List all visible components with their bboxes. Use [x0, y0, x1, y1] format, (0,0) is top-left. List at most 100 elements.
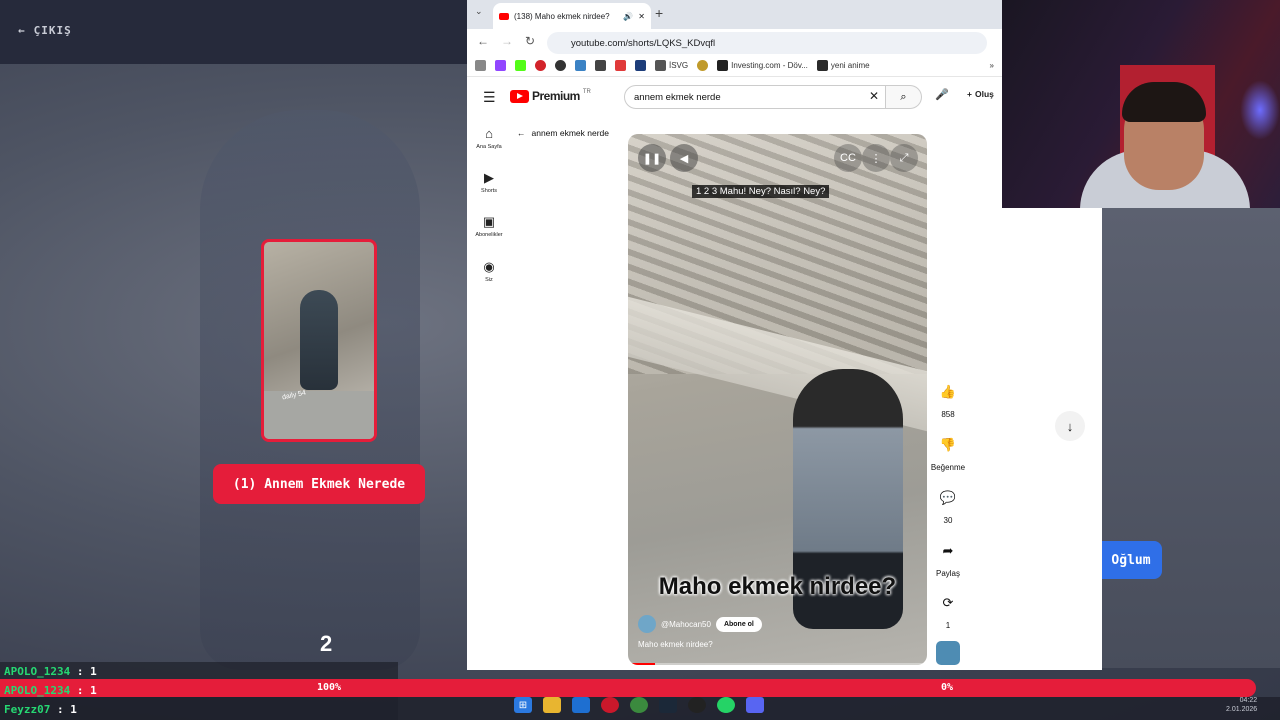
round-number: 2: [320, 631, 333, 656]
answer-button[interactable]: (1) Annem Ekmek Nerede: [213, 464, 425, 504]
more-options-icon[interactable]: ⋮: [862, 144, 890, 172]
bookmark-item[interactable]: yeni anime: [816, 60, 870, 71]
microphone-icon[interactable]: 🎤: [935, 88, 949, 101]
map-pin-icon[interactable]: [535, 60, 546, 71]
bookmark-site-icon[interactable]: [575, 60, 586, 71]
nav-subscriptions[interactable]: ▣ Abonelikler: [471, 214, 507, 238]
youtube-favicon-icon: [499, 12, 509, 20]
close-tab-icon[interactable]: ✕: [638, 12, 645, 21]
background-panel: [1100, 208, 1280, 668]
system-clock[interactable]: 04:22 2.01.2026: [1226, 696, 1257, 714]
search-input[interactable]: annem ekmek nerde: [624, 85, 886, 109]
tab-strip: ⌄ (138) Maho ekmek nirdee? 🔊 ✕ +: [467, 0, 1002, 29]
bookmark-item[interactable]: Investing.com - Döv...: [717, 60, 808, 71]
file-explorer-icon[interactable]: [543, 697, 561, 713]
remix-count: 1: [945, 621, 951, 630]
reload-icon[interactable]: ↻: [525, 34, 535, 48]
bookmarks-bar: İSVG Investing.com - Döv... yeni anime »: [467, 55, 1002, 77]
bookmark-site-icon[interactable]: [555, 60, 566, 71]
search-value: annem ekmek nerde: [634, 91, 721, 103]
bookmark-item[interactable]: İSVG: [655, 60, 688, 71]
back-to-search[interactable]: ← annem ekmek nerde: [517, 128, 609, 138]
create-button[interactable]: + Oluş: [967, 89, 994, 99]
apps-icon[interactable]: [475, 60, 486, 71]
channel-avatar[interactable]: [638, 615, 656, 633]
twitch-icon[interactable]: [495, 60, 506, 71]
opera-icon[interactable]: [601, 697, 619, 713]
thumbs-up-icon: 👍: [939, 384, 957, 399]
share-button[interactable]: ➦ Paylaş: [925, 537, 971, 578]
bookmark-label: İSVG: [669, 61, 689, 70]
bookmark-site-icon[interactable]: [635, 60, 646, 71]
next-video-button[interactable]: ↓: [1055, 411, 1085, 441]
volume-icon[interactable]: ◀: [670, 144, 698, 172]
whatsapp-icon[interactable]: [717, 697, 735, 713]
shorts-icon: ▶: [484, 170, 494, 185]
discord-icon[interactable]: [746, 697, 764, 713]
comments-button[interactable]: 💬 30: [925, 484, 971, 525]
like-button[interactable]: 👍 858: [925, 378, 971, 419]
progress-right-label: 0%: [941, 682, 954, 693]
outlook-icon[interactable]: [572, 697, 590, 713]
clear-search-icon[interactable]: ✕: [869, 89, 879, 103]
bookmark-label: Investing.com - Döv...: [731, 61, 808, 70]
remix-icon: ⟳: [942, 595, 954, 610]
menu-icon[interactable]: ☰: [483, 89, 496, 106]
address-bar[interactable]: youtube.com/shorts/LQKS_KDvqfl: [547, 32, 987, 54]
nav-shorts[interactable]: ▶ Shorts: [471, 170, 507, 194]
nav-you[interactable]: ◉ Siz: [471, 259, 507, 283]
obs-icon[interactable]: [688, 697, 706, 713]
player-score: : 1: [76, 665, 97, 678]
bookmark-site-icon[interactable]: [615, 60, 626, 71]
kick-icon[interactable]: [515, 60, 526, 71]
channel-name[interactable]: @Mahocan50: [661, 620, 711, 629]
like-count: 858: [941, 410, 955, 419]
thumbs-down-icon: 👎: [939, 437, 957, 452]
bookmark-site-icon[interactable]: [697, 60, 709, 71]
windows-start-icon[interactable]: ⊞: [514, 697, 532, 713]
youtube-header: ☰ Premium TR annem ekmek nerde ✕ ⌕ 🎤 + O…: [467, 78, 1002, 116]
youtube-logo[interactable]: Premium TR: [510, 89, 591, 103]
player-score: : 1: [76, 684, 97, 697]
remix-button[interactable]: ⟳ 1: [925, 589, 971, 630]
logo-region: TR: [582, 89, 591, 95]
dislike-button[interactable]: 👎 Beğenme: [925, 431, 971, 472]
thumbnail-ground: [264, 391, 374, 439]
sound-avatar[interactable]: [936, 641, 960, 665]
home-icon: ⌂: [485, 126, 493, 141]
webcam-light: [1240, 80, 1280, 140]
bookmark-site-icon[interactable]: [595, 60, 606, 71]
video-caption: 1 2 3 Mahu! Ney? Nasıl? Ney?: [692, 185, 830, 198]
nav-label: Shorts: [481, 188, 497, 194]
nav-home[interactable]: ⌂ Ana Sayfa: [471, 126, 507, 150]
video-title-overlay: Maho ekmek nirdee?: [658, 573, 897, 600]
anime-favicon-icon: [816, 60, 828, 71]
search-button[interactable]: ⌕: [886, 85, 922, 109]
subscribe-button[interactable]: Abone ol: [715, 616, 762, 632]
video-progress[interactable]: [628, 663, 927, 665]
exit-button[interactable]: ← ÇIKIŞ: [18, 24, 72, 37]
arrow-left-icon: ←: [18, 24, 26, 37]
create-label: Oluş: [974, 89, 994, 99]
score-row: Feyzz07 : 1: [4, 703, 77, 716]
new-tab-icon[interactable]: +: [655, 5, 663, 21]
video-description[interactable]: Maho ekmek nirdee?: [638, 640, 713, 649]
speaker-icon[interactable]: 🔊: [623, 12, 633, 21]
browser-tab[interactable]: (138) Maho ekmek nirdee? 🔊 ✕: [493, 3, 651, 29]
tab-search-icon[interactable]: ⌄: [475, 6, 483, 17]
video-progress-fill: [628, 663, 655, 665]
url-text: youtube.com/shorts/LQKS_KDvqfl: [571, 37, 716, 49]
back-icon[interactable]: ←: [477, 34, 489, 48]
dislike-label: Beğenme: [930, 463, 966, 472]
pause-icon[interactable]: ❚❚: [638, 144, 666, 172]
back-label: annem ekmek nerde: [531, 128, 610, 138]
score-row: APOLO_1234 : 1: [4, 684, 97, 697]
browser-window: ⌄ (138) Maho ekmek nirdee? 🔊 ✕ + ← → ↻ y…: [467, 0, 1002, 670]
forward-icon[interactable]: →: [501, 34, 513, 48]
captions-icon[interactable]: CC: [834, 144, 862, 172]
chrome-icon[interactable]: [630, 697, 648, 713]
bookmarks-overflow-icon[interactable]: »: [990, 61, 994, 70]
shorts-video-player[interactable]: ❚❚ ◀ CC ⋮ ⤢ 1 2 3 Mahu! Ney? Nasıl? Ney?…: [628, 134, 927, 665]
steam-icon[interactable]: [659, 697, 677, 713]
fullscreen-icon[interactable]: ⤢: [890, 144, 918, 172]
